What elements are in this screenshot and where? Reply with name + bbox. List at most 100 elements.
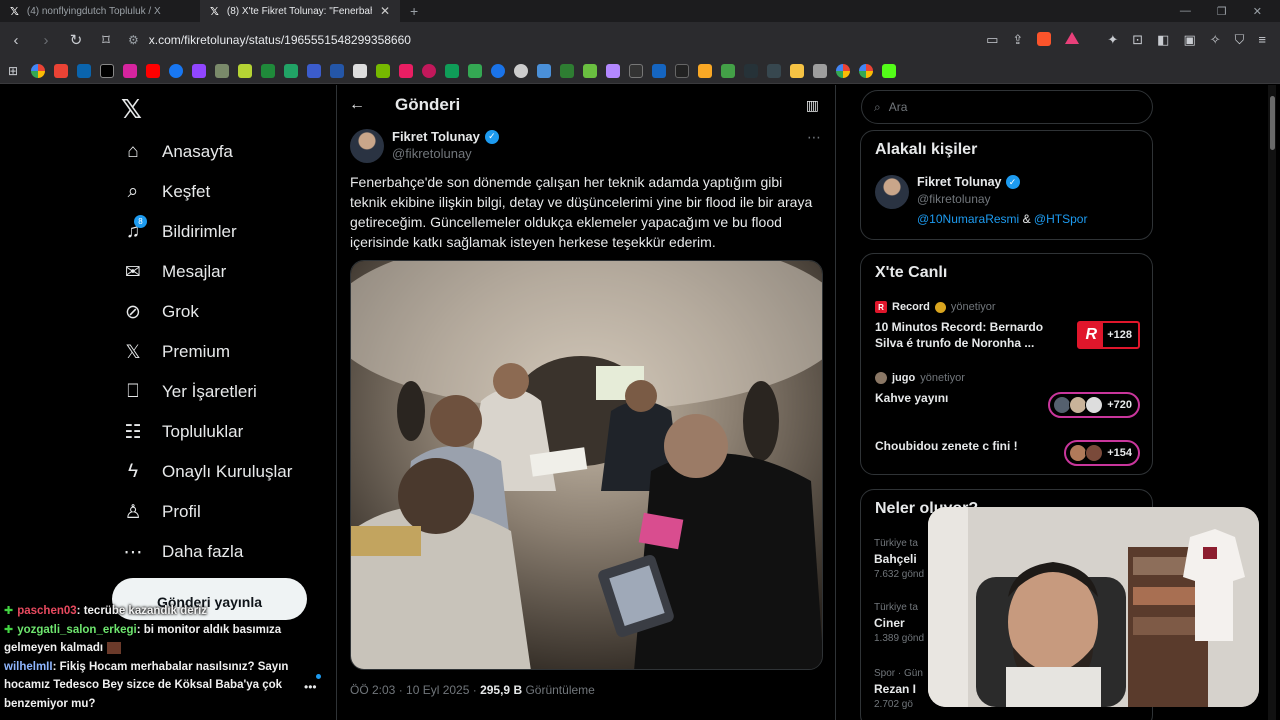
related-name[interactable]: Fikret Tolunay bbox=[917, 175, 1002, 189]
bookmark-icon-12[interactable] bbox=[284, 63, 298, 78]
bookmark-icon-10[interactable] bbox=[238, 63, 252, 78]
bookmark-icon-21[interactable] bbox=[491, 63, 505, 78]
tab-search-icon[interactable]: ⊡ bbox=[1132, 32, 1143, 48]
post-photo[interactable] bbox=[350, 260, 823, 670]
extensions-icon[interactable]: ✦ bbox=[1107, 32, 1118, 48]
bookmark-icon-13[interactable] bbox=[307, 63, 321, 78]
browser-tab-2[interactable]: 𝕏 (8) X'te Fikret Tolunay: "Fenerbahçe ✕ bbox=[200, 0, 400, 22]
youtube-bookmark-icon[interactable] bbox=[146, 63, 160, 78]
facebook-bookmark-icon[interactable] bbox=[169, 63, 183, 78]
maximize-icon[interactable]: ❐ bbox=[1217, 5, 1227, 18]
vpn-icon[interactable]: ⛉ bbox=[1235, 32, 1245, 48]
reader-mode-icon[interactable]: ▥ bbox=[806, 97, 819, 114]
post-more-icon[interactable]: ⋯ bbox=[807, 129, 821, 146]
page-scrollbar[interactable] bbox=[1268, 85, 1276, 720]
account-more-icon[interactable]: ••• bbox=[304, 680, 317, 694]
twitch-bookmark-icon[interactable] bbox=[192, 63, 206, 78]
avatar[interactable] bbox=[875, 175, 909, 209]
new-tab-icon[interactable]: + bbox=[400, 3, 428, 19]
nav-item-verified-orgs[interactable]: ϟ Onaylı Kuruluşlar bbox=[122, 457, 292, 487]
live-listeners-pill[interactable]: +154 bbox=[1064, 440, 1140, 466]
google-bookmark-2-icon[interactable] bbox=[836, 63, 850, 78]
kick-bookmark-icon[interactable] bbox=[882, 63, 896, 78]
bookmark-icon-33[interactable] bbox=[767, 63, 781, 78]
nav-item-premium[interactable]: 𝕏 Premium bbox=[122, 337, 230, 367]
url-field[interactable]: ⚙ x.com/fikretolunay/status/196555154829… bbox=[128, 27, 972, 53]
trend-item[interactable]: Spor · Gün Rezan I 2.702 gö bbox=[874, 668, 934, 710]
post-timestamp[interactable]: ÖÖ 2:03 · 10 Eyl 2025 · bbox=[350, 683, 480, 697]
apps-grid-icon[interactable]: ⊞ bbox=[8, 64, 22, 78]
nav-item-more[interactable]: ⋯ Daha fazla bbox=[122, 537, 244, 567]
bookmark-icon-9[interactable] bbox=[215, 63, 229, 78]
link-bookmark-icon[interactable] bbox=[813, 63, 827, 78]
site-settings-icon[interactable]: ⚙ bbox=[128, 33, 139, 47]
wallet-icon[interactable]: ▣ bbox=[1183, 32, 1195, 48]
brave-rewards-icon[interactable] bbox=[1065, 32, 1080, 44]
bookmark-icon-31[interactable] bbox=[721, 63, 735, 78]
bookmark-icon-24[interactable] bbox=[560, 63, 574, 78]
author-handle[interactable]: @fikretolunay bbox=[392, 146, 499, 161]
bookmark-icon-20[interactable] bbox=[468, 63, 482, 78]
nav-item-messages[interactable]: ✉ Mesajlar bbox=[122, 257, 226, 287]
close-tab-icon[interactable]: ✕ bbox=[380, 4, 390, 18]
nav-item-explore[interactable]: ⌕ Keşfet bbox=[122, 177, 211, 207]
bookmark-icon-17[interactable] bbox=[399, 63, 413, 78]
live-item[interactable]: R Record yönetiyor 10 Minutos Record: Be… bbox=[875, 301, 1140, 351]
bookmark-icon-26[interactable] bbox=[606, 63, 620, 78]
reload-icon[interactable]: ↻ bbox=[68, 31, 84, 49]
bookmark-icon-25[interactable] bbox=[583, 63, 597, 78]
sidebar-toggle-icon[interactable]: ◧ bbox=[1157, 32, 1169, 48]
nav-item-notifications[interactable]: ♫ 8 Bildirimler bbox=[122, 215, 237, 247]
bookmark-icon-29[interactable] bbox=[675, 63, 689, 78]
bookmark-icon-11[interactable] bbox=[261, 63, 275, 78]
live-listeners-pill[interactable]: R +128 bbox=[1077, 321, 1140, 349]
live-item[interactable]: jugo yönetiyor Kahve yayını +720 bbox=[875, 372, 1140, 418]
close-window-icon[interactable]: ✕ bbox=[1253, 5, 1262, 18]
bookmark-icon-23[interactable] bbox=[537, 63, 551, 78]
bookmark-icon-16[interactable] bbox=[376, 63, 390, 78]
avatar[interactable] bbox=[350, 129, 384, 163]
bookmark-icon-30[interactable] bbox=[698, 63, 712, 78]
live-item[interactable]: Choubidou zenete c fini ! +154 bbox=[875, 436, 1140, 466]
trend-item[interactable]: Türkiye ta Ciner 1.389 gönd bbox=[874, 602, 934, 644]
scrollbar-thumb[interactable] bbox=[1270, 96, 1275, 150]
back-icon[interactable]: ‹ bbox=[8, 32, 24, 49]
bookmark-icon-32[interactable] bbox=[744, 63, 758, 78]
trend-item[interactable]: Türkiye ta Bahçeli 7.632 gönd bbox=[874, 538, 934, 580]
post-author[interactable]: Fikret Tolunay ✓ @fikretolunay bbox=[350, 129, 499, 163]
browser-tab-1[interactable]: 𝕏 (4) nonflyingdutch Topluluk / X bbox=[0, 0, 200, 22]
search-input[interactable]: ⌕ Ara bbox=[861, 90, 1153, 124]
brave-shield-icon[interactable] bbox=[1037, 32, 1052, 46]
gmail-bookmark-icon[interactable] bbox=[54, 63, 68, 78]
bookmark-icon-22[interactable] bbox=[514, 63, 528, 78]
bookmark-icon-19[interactable] bbox=[445, 63, 459, 78]
bookmark-icon-15[interactable] bbox=[353, 63, 367, 78]
bookmark-icon-18[interactable] bbox=[422, 63, 436, 78]
nav-item-bookmarks[interactable]: ⎕ Yer İşaretleri bbox=[122, 377, 257, 407]
share-icon[interactable]: ⇪ bbox=[1012, 32, 1023, 48]
forward-icon[interactable]: › bbox=[38, 32, 54, 49]
bookmark-icon-14[interactable] bbox=[330, 63, 344, 78]
mention-link[interactable]: @HTSpor bbox=[1034, 212, 1088, 226]
google-bookmark-icon[interactable] bbox=[31, 63, 45, 78]
bookmark-icon-28[interactable] bbox=[652, 63, 666, 78]
cast-icon[interactable]: ▭ bbox=[986, 32, 998, 48]
back-arrow-icon[interactable]: ← bbox=[349, 96, 365, 114]
folder-bookmark-icon[interactable] bbox=[790, 63, 804, 78]
live-listeners-pill[interactable]: +720 bbox=[1048, 392, 1140, 418]
related-person[interactable]: Fikret Tolunay ✓ @fikretolunay @10Numara… bbox=[861, 159, 1152, 226]
bookmark-icon-27[interactable] bbox=[629, 63, 643, 78]
leo-icon[interactable]: ✧ bbox=[1210, 32, 1221, 48]
nav-item-grok[interactable]: ⊘ Grok bbox=[122, 297, 199, 327]
minimize-icon[interactable]: — bbox=[1180, 5, 1191, 18]
outlook-bookmark-icon[interactable] bbox=[77, 63, 91, 78]
mention-link[interactable]: @10NumaraResmi bbox=[917, 212, 1019, 226]
instagram-bookmark-icon[interactable] bbox=[123, 63, 137, 78]
google-bookmark-3-icon[interactable] bbox=[859, 63, 873, 78]
bookmark-page-icon[interactable]: ⌑ bbox=[98, 31, 114, 49]
nav-item-profile[interactable]: ♙ Profil bbox=[122, 497, 200, 527]
nav-item-home[interactable]: ⌂ Anasayfa bbox=[122, 137, 233, 167]
nav-item-communities[interactable]: ☷ Topluluklar bbox=[122, 417, 243, 447]
author-name[interactable]: Fikret Tolunay bbox=[392, 129, 480, 144]
x-bookmark-icon[interactable] bbox=[100, 63, 114, 78]
